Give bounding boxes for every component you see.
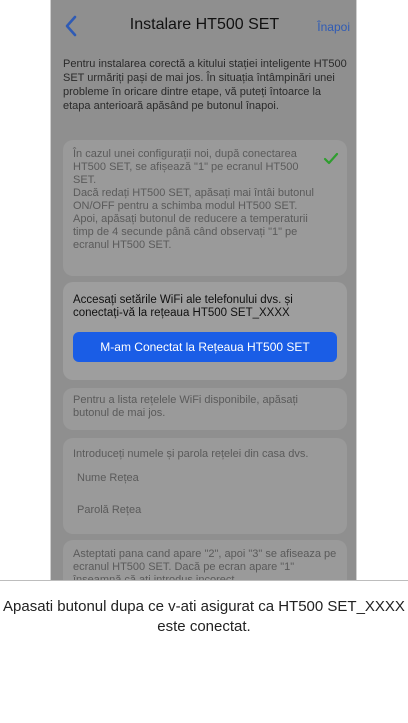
page-title: Instalare HT500 SET [129,16,280,33]
step-card-2: Accesați setările WiFi ale telefonului d… [63,282,347,380]
step-1-text: În cazul unei configurații noi, după con… [73,148,314,251]
step-5-text: Asteptati pana cand apare "2", apoi "3" … [73,548,337,580]
top-bar: Instalare HT500 SET Înapoi [51,10,356,48]
step-card-4: Introduceți numele și parola rețelei din… [63,438,347,534]
network-name-field[interactable]: Nume Rețea [77,472,139,484]
intro-text: Pentru instalarea corectă a kitului staț… [63,58,347,112]
divider [0,580,408,581]
step-card-5: Asteptati pana cand apare "2", apoi "3" … [63,540,347,580]
phone-screen: Instalare HT500 SET Înapoi Pentru instal… [50,0,357,580]
step-card-3: Pentru a lista rețelele WiFi disponibile… [63,388,347,430]
step-3-text: Pentru a lista rețelele WiFi disponibile… [73,394,299,419]
step-2-text: Accesați setările WiFi ale telefonului d… [73,294,293,319]
connected-to-network-button[interactable]: M-am Conectat la Rețeaua HT500 SET [73,332,337,362]
check-icon [323,152,339,165]
step-card-1: În cazul unei configurații noi, după con… [63,140,347,276]
step-4-text: Introduceți numele și parola rețelei din… [73,448,309,460]
instruction-caption: Apasati butonul dupa ce v-ati asigurat c… [3,598,405,635]
screenshot-frame: Instalare HT500 SET Înapoi Pentru instal… [0,0,408,723]
back-link[interactable]: Înapoi [317,20,350,34]
network-password-field[interactable]: Parolă Rețea [77,504,141,516]
